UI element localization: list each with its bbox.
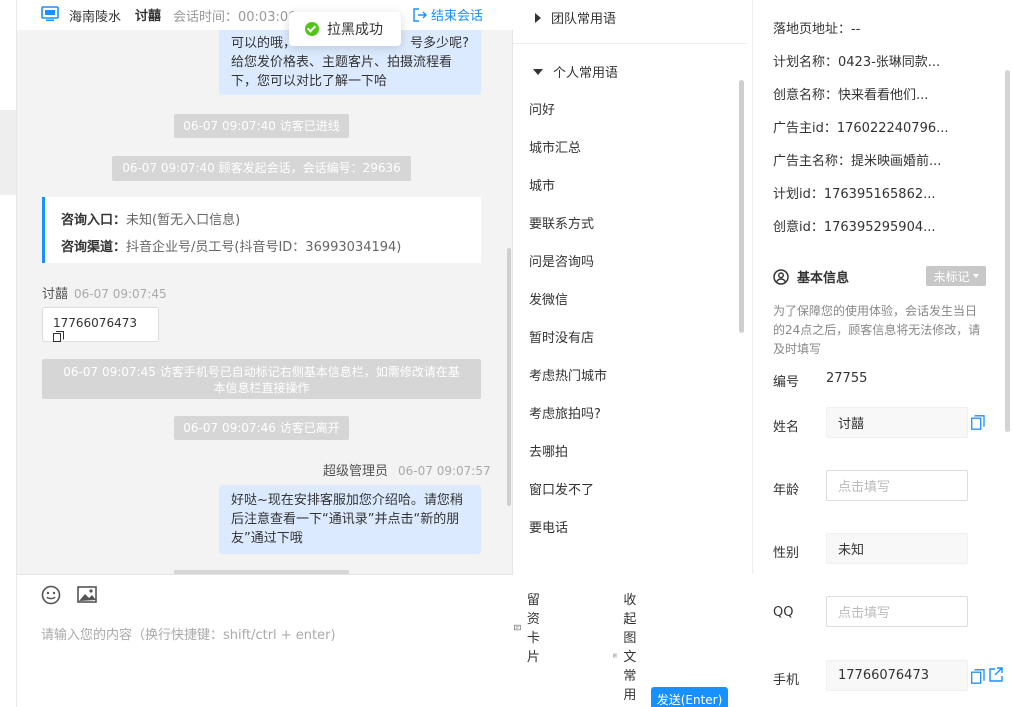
basic-info-title: 基本信息 — [773, 267, 849, 286]
personal-phrases-group[interactable]: 个人常用语 — [533, 62, 618, 81]
id-label: 编号 — [773, 375, 800, 390]
name-field[interactable]: 讨囍 — [826, 407, 968, 438]
send-button[interactable]: 发送(Enter) — [651, 687, 728, 707]
image-icon[interactable] — [77, 586, 97, 603]
lead-card-button[interactable]: 留资卡片 — [514, 589, 549, 665]
caret-down-icon — [972, 274, 979, 278]
message-input[interactable]: 请输入您的内容（换行快捷键：shift/ctrl + enter) — [41, 624, 336, 643]
phrase-item[interactable]: 要联系方式 — [529, 213, 594, 232]
session-time: 会话时间：00:03:00 — [173, 10, 297, 25]
phrase-item[interactable]: 城市汇总 — [529, 137, 581, 156]
phrase-item[interactable]: 问好 — [529, 99, 555, 118]
landing-page-url: 落地页地址：-- — [773, 22, 861, 37]
visitor-sender: 讨囍 06-07 09:07:45 — [42, 287, 167, 302]
caret-down-icon — [533, 68, 543, 75]
system-message: 06-07 09:07:45 访客手机号已自动标记右侧基本信息栏，如需修改请在基… — [42, 359, 481, 399]
creative-id: 创意id：176395295904... — [773, 220, 936, 235]
info-scrollbar[interactable] — [1005, 70, 1010, 432]
copy-icon[interactable] — [53, 331, 64, 342]
chat-scrollbar[interactable] — [507, 248, 511, 506]
caret-right-icon — [535, 12, 541, 23]
age-field[interactable]: 点击填写 — [826, 470, 968, 501]
visitor-phone-bubble[interactable]: 17766076473 — [42, 307, 159, 342]
system-message: 06-07 09:07:40 顾客发起会话，会话编号：29636 — [112, 156, 411, 181]
phrases-scrollbar[interactable] — [739, 80, 744, 333]
consult-info-card: 咨询入口：未知(暂无入口信息) 咨询渠道：抖音企业号/员工号(抖音号ID：369… — [42, 197, 481, 263]
creative-name: 创意名称：快来看看他们... — [773, 88, 929, 103]
shop-name: 海南陵水 — [69, 10, 122, 25]
phrase-item[interactable]: 要电话 — [529, 517, 568, 536]
monitor-icon — [41, 6, 59, 22]
phone-field[interactable]: 17766076473 — [826, 660, 968, 691]
copy-icon[interactable] — [971, 415, 985, 430]
phone-label: 手机 — [773, 673, 800, 688]
end-session-button[interactable]: 结束会话 — [413, 5, 483, 24]
age-label: 年龄 — [773, 483, 800, 498]
id-value: 27755 — [826, 371, 868, 386]
phrase-item[interactable]: 考虑热门城市 — [529, 365, 607, 384]
divider — [513, 43, 747, 44]
chat-panel: 海南陵水 讨囍 会话时间：00:03:00 结束会话 拉黑成功 可以的哦， 号多… — [17, 0, 728, 707]
qq-label: QQ — [773, 605, 794, 620]
system-message: 06-07 09:07:40 访客已进线 — [174, 114, 349, 138]
phrase-item[interactable]: 发微信 — [529, 289, 568, 308]
gender-field[interactable]: 未知 — [826, 533, 968, 564]
input-area: 留资卡片 收起图文常用语 请输入您的内容（换行快捷键：shift/ctrl + … — [17, 574, 728, 707]
advertiser-name: 广告主名称：提米映画婚前... — [773, 154, 942, 169]
visitor-name: 讨囍 — [135, 9, 162, 24]
nav-active-block[interactable] — [0, 110, 16, 195]
plan-name: 计划名称：0423-张琳同款... — [773, 55, 941, 70]
user-circle-icon — [773, 268, 789, 285]
agent-message-bubble: 好哒~现在安排客服加您介绍哈。请您稍 后注意查看一下“通讯录”并点击“新的朋 友… — [219, 485, 481, 554]
gender-label: 性别 — [773, 546, 800, 561]
emoji-icon[interactable] — [41, 585, 61, 605]
phrase-item[interactable]: 去哪拍 — [529, 441, 568, 460]
left-nav-edge — [0, 0, 17, 707]
logout-icon — [413, 7, 427, 22]
chat-workbench: 海南陵水 讨囍 会话时间：00:03:00 结束会话 拉黑成功 可以的哦， 号多… — [0, 0, 1012, 707]
team-phrases-group[interactable]: 团队常用语 — [535, 8, 616, 27]
phrase-item[interactable]: 考虑旅拍吗? — [529, 403, 601, 422]
message-list[interactable]: 可以的哦， 号多少呢? 给您发价格表、主题客片、拍摄流程看 下，您可以对比了解一… — [17, 30, 513, 574]
plan-id: 计划id：176395165862... — [773, 187, 936, 202]
copy-icon[interactable] — [971, 669, 985, 684]
external-link-icon[interactable] — [989, 667, 1003, 682]
card-icon — [514, 624, 521, 630]
edit-hint: 为了保障您的使用体验，会话发生当日的24点之后，顾客信息将无法修改，请及时填写 — [773, 304, 981, 356]
customer-info-panel: 落地页地址：-- 计划名称：0423-张琳同款... 创意名称：快来看看他们..… — [753, 0, 1012, 707]
collapse-phrases-button[interactable]: 收起图文常用语 — [613, 589, 648, 707]
name-label: 姓名 — [773, 420, 800, 435]
card-icon — [613, 653, 618, 658]
toast-text: 拉黑成功 — [327, 22, 383, 38]
success-toast: 拉黑成功 — [289, 12, 401, 46]
phrase-item[interactable]: 城市 — [529, 175, 555, 194]
system-message: 06-07 09:07:46 访客已离开 — [174, 416, 349, 440]
check-circle-icon — [305, 22, 319, 36]
phrase-item[interactable]: 暂时没有店 — [529, 327, 594, 346]
qq-field[interactable]: 点击填写 — [826, 596, 968, 627]
tag-dropdown[interactable]: 未标记 — [926, 266, 986, 286]
end-session-label: 结束会话 — [431, 9, 484, 24]
agent-sender: 超级管理员 06-07 09:07:57 — [323, 464, 491, 479]
advertiser-id: 广告主id：176022240796... — [773, 121, 949, 136]
phrase-item[interactable]: 窗口发不了 — [529, 479, 594, 498]
phrase-item[interactable]: 问是咨询吗 — [529, 251, 594, 270]
common-phrases-panel: 团队常用语 个人常用语 问好 城市汇总 城市 要联系方式 问是咨询吗 发微信 暂… — [513, 0, 753, 574]
chat-header: 海南陵水 讨囍 会话时间：00:03:00 结束会话 — [17, 0, 513, 30]
